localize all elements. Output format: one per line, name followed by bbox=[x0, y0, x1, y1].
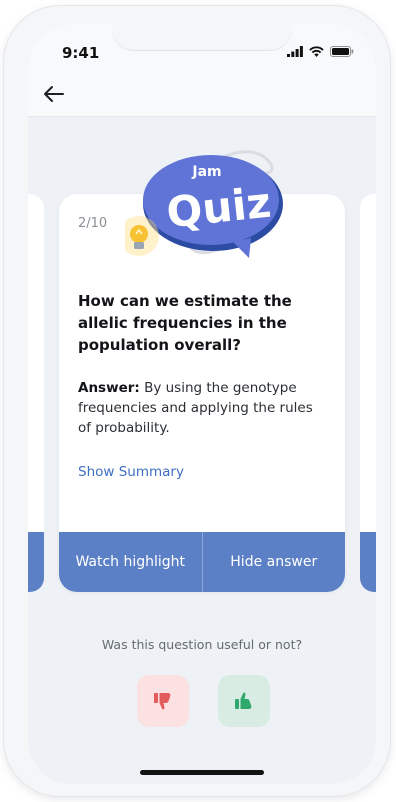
thumbs-up-button[interactable] bbox=[218, 675, 270, 727]
signal-icon bbox=[287, 46, 303, 57]
logo-jam-text: Jam bbox=[191, 164, 221, 180]
card-actions: Watch highlight Hide answer bbox=[59, 532, 345, 592]
battery-icon bbox=[330, 46, 354, 57]
previous-card-strip bbox=[28, 532, 44, 592]
device-notch bbox=[112, 24, 292, 50]
wifi-icon bbox=[309, 46, 324, 57]
feedback-prompt: Was this question useful or not? bbox=[101, 637, 303, 652]
phone-frame: 9:41 2/10 How can we estimate the alleli… bbox=[4, 6, 390, 796]
next-card-peek[interactable] bbox=[360, 194, 376, 592]
show-summary-link[interactable]: Show Summary bbox=[78, 464, 184, 480]
hide-answer-button[interactable]: Hide answer bbox=[203, 532, 346, 592]
question-counter: 2/10 bbox=[78, 216, 108, 231]
next-card-strip bbox=[360, 532, 376, 592]
top-bar: 9:41 bbox=[28, 24, 376, 117]
app-screen: 9:41 2/10 How can we estimate the alleli… bbox=[28, 24, 376, 784]
back-arrow-icon[interactable] bbox=[42, 82, 66, 106]
previous-card-peek[interactable] bbox=[28, 194, 44, 592]
thumbs-down-icon bbox=[154, 693, 171, 710]
status-time: 9:41 bbox=[62, 44, 100, 62]
thumbs-up-icon bbox=[235, 692, 252, 709]
status-icons bbox=[287, 46, 354, 57]
thumbs-down-button[interactable] bbox=[137, 675, 189, 727]
question-text: How can we estimate the allelic frequenc… bbox=[78, 292, 292, 354]
answer-block: Answer: By using the genotype frequencie… bbox=[78, 378, 328, 438]
watch-highlight-button[interactable]: Watch highlight bbox=[59, 532, 202, 592]
jam-quiz-logo: Jam Quiz bbox=[125, 150, 283, 258]
answer-label: Answer: bbox=[78, 380, 140, 396]
home-indicator bbox=[140, 770, 264, 775]
